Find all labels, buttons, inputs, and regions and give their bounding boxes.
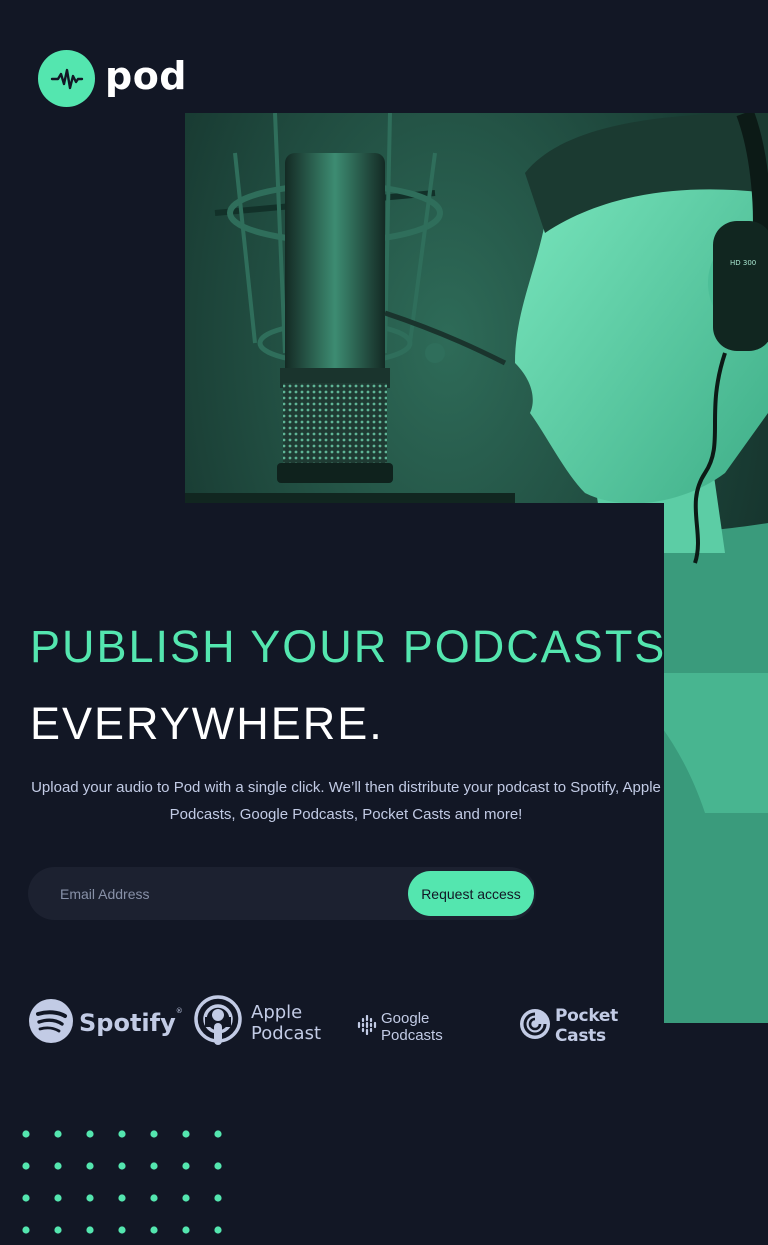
decorative-dot: [86, 1226, 94, 1234]
decorative-dot: [150, 1130, 158, 1138]
decorative-dot: [182, 1194, 190, 1202]
decorative-dot: [118, 1226, 126, 1234]
headline-line-1: PUBLISH YOUR PODCASTS: [30, 621, 667, 672]
headline-line-2: EVERYWHERE.: [30, 698, 384, 749]
pocket-casts-logo: Pocket Casts: [520, 1006, 618, 1046]
apple-podcasts-label: Apple Podcast: [251, 1002, 321, 1044]
decorative-dot: [22, 1194, 30, 1202]
decorative-dot: [150, 1194, 158, 1202]
decorative-dot: [214, 1162, 222, 1170]
decorative-dot: [118, 1162, 126, 1170]
headline: PUBLISH YOUR PODCASTS EVERYWHERE.: [30, 608, 666, 762]
waveform-icon: [38, 50, 95, 107]
decorative-dot: [214, 1194, 222, 1202]
pocket-casts-icon: [520, 1009, 550, 1043]
logo-wordmark: pod: [105, 53, 188, 98]
apple-label-line-1: Apple: [251, 1002, 303, 1023]
decorative-dot: [150, 1226, 158, 1234]
decorative-dot: [22, 1130, 30, 1138]
google-podcasts-label: Google Podcasts: [381, 1010, 443, 1044]
decorative-dot-grid: [22, 1130, 232, 1245]
decorative-dot: [86, 1194, 94, 1202]
decorative-dot: [214, 1130, 222, 1138]
spotify-icon: [29, 999, 73, 1047]
apple-label-line-2: Podcast: [251, 1023, 322, 1044]
request-access-button[interactable]: Request access: [408, 871, 534, 916]
description: Upload your audio to Pod with a single c…: [31, 779, 661, 823]
decorative-dot: [54, 1226, 62, 1234]
svg-text:HD 300: HD 300: [730, 259, 756, 267]
decorative-dot: [54, 1162, 62, 1170]
email-input[interactable]: [60, 867, 390, 920]
decorative-dot: [150, 1162, 158, 1170]
apple-podcasts-icon: [193, 993, 243, 1053]
decorative-dot: [86, 1162, 94, 1170]
decorative-dot: [54, 1130, 62, 1138]
decorative-dot: [214, 1226, 222, 1234]
decorative-dot: [22, 1162, 30, 1170]
request-access-form: Request access: [28, 867, 536, 920]
decorative-dot: [182, 1162, 190, 1170]
google-podcasts-logo: Google Podcasts: [357, 1010, 443, 1044]
google-podcasts-icon: [357, 1014, 377, 1039]
apple-podcasts-logo: Apple Podcast: [193, 993, 321, 1053]
spotify-registered-mark: ®: [175, 1007, 183, 1015]
decorative-dot: [118, 1130, 126, 1138]
pocket-casts-label: Pocket Casts: [555, 1006, 618, 1046]
logo[interactable]: pod: [38, 50, 187, 107]
decorative-dot: [182, 1130, 190, 1138]
decorative-dot: [86, 1130, 94, 1138]
decorative-dot: [118, 1194, 126, 1202]
spotify-logo: Spotify ®: [29, 999, 183, 1047]
decorative-dot: [22, 1226, 30, 1234]
spotify-label: Spotify: [79, 1009, 176, 1037]
decorative-dot: [182, 1226, 190, 1234]
decorative-dot: [54, 1194, 62, 1202]
